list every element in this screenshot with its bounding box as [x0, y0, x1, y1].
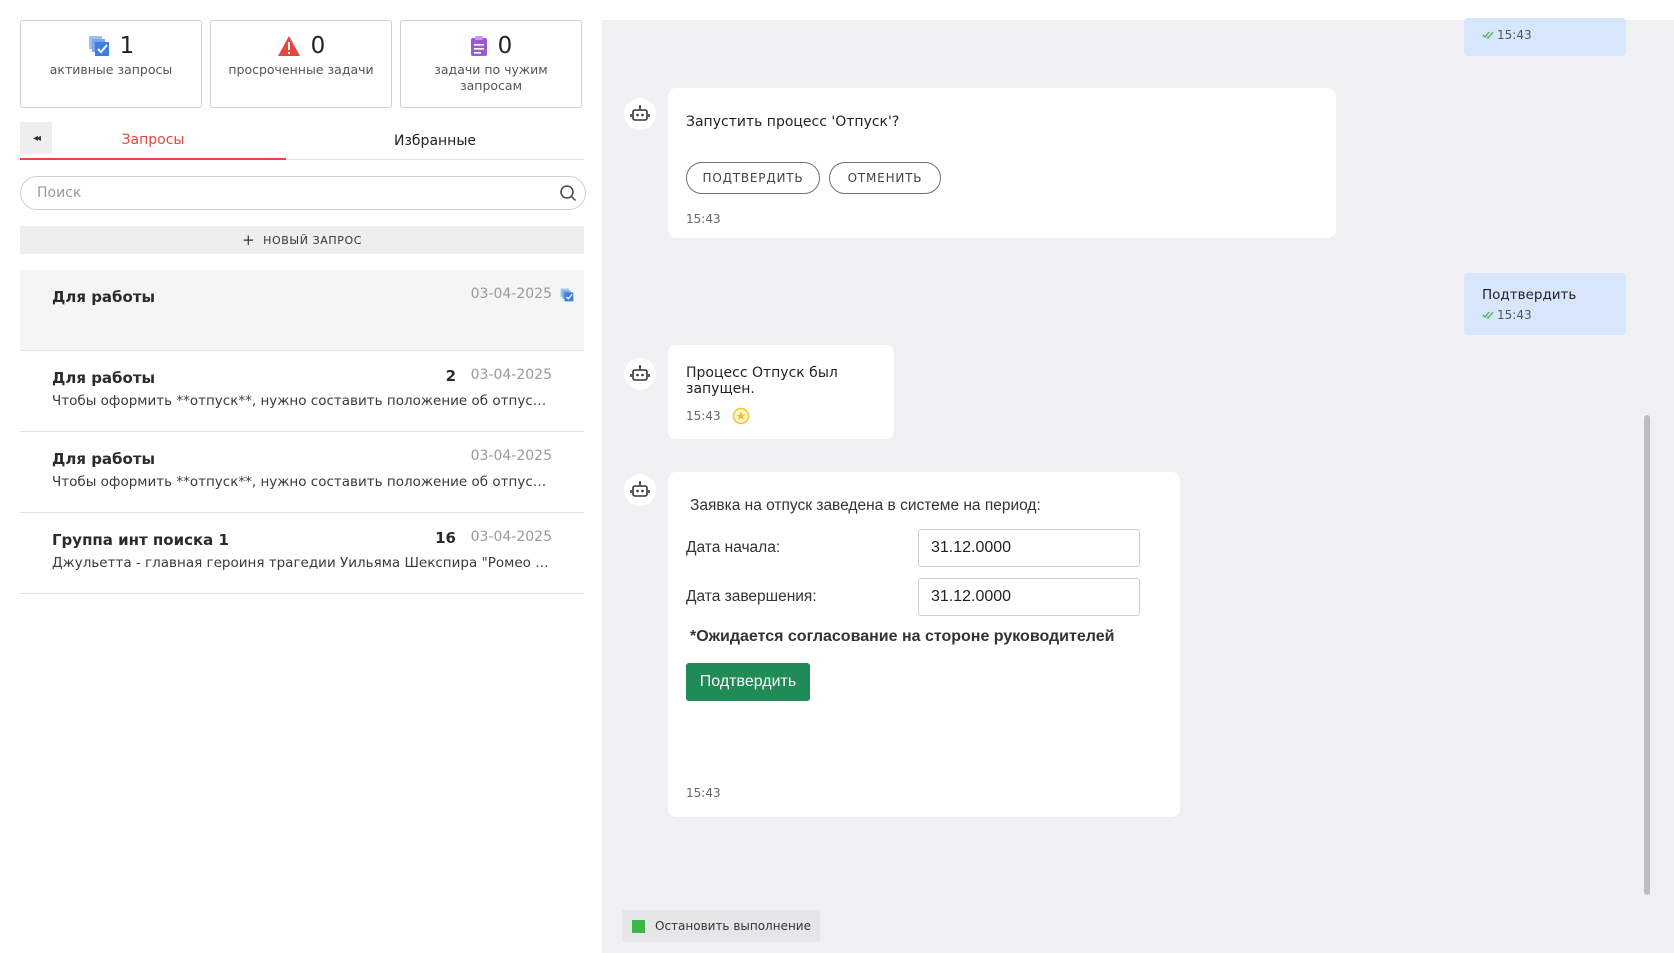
- bot-message: Процесс Отпуск был запущен. 15:43: [668, 345, 894, 439]
- stat-active-requests[interactable]: 1 активные запросы: [20, 20, 202, 108]
- approval-note: *Ожидается согласование на стороне руков…: [690, 628, 1115, 645]
- message-text: Запустить процесс 'Отпуск'?: [686, 114, 900, 130]
- message-time: 15:43: [686, 786, 721, 800]
- robot-icon: [630, 365, 650, 381]
- requests-list: Для работы 03-04-2025 Для работы 2 03-04…: [20, 270, 584, 594]
- stack-check-icon: [560, 287, 574, 306]
- user-message: Подтвердить 15:43: [1464, 273, 1626, 335]
- cancel-button[interactable]: ОТМЕНИТЬ: [829, 162, 941, 194]
- stat-foreign-tasks[interactable]: 0 задачи по чужим запросам: [400, 20, 582, 108]
- stat-label: активные запросы: [49, 62, 173, 77]
- item-title: Группа инт поиска 1: [52, 531, 229, 549]
- tab-requests-label: Запросы: [121, 132, 185, 148]
- stack-check-icon: [88, 35, 110, 57]
- item-preview: Чтобы оформить **отпуск**, нужно состави…: [52, 474, 552, 490]
- stop-execution-button[interactable]: Остановить выполнение: [622, 910, 820, 942]
- submit-button[interactable]: Подтвердить: [686, 663, 810, 701]
- item-date: 03-04-2025: [470, 367, 552, 383]
- stat-label: задачи по чужим запросам: [434, 62, 548, 93]
- stat-count: 0: [497, 33, 513, 59]
- item-date: 03-04-2025: [470, 448, 552, 464]
- star-favorite-icon[interactable]: [732, 407, 750, 429]
- stat-count: 1: [119, 33, 135, 59]
- form-intro: Заявка на отпуск заведена в системе на п…: [690, 497, 1041, 514]
- search-box: [20, 176, 586, 210]
- message-time-text: 15:43: [1497, 308, 1532, 322]
- list-item[interactable]: Группа инт поиска 1 16 03-04-2025 Джулье…: [20, 513, 584, 594]
- stats-row: 1 активные запросы 0 просроченные задачи: [20, 20, 582, 108]
- new-request-label: НОВЫЙ ЗАПРОС: [263, 233, 363, 247]
- bot-avatar: [624, 98, 656, 130]
- message-time: 15:43: [686, 409, 721, 423]
- message-time: 15:43: [1482, 28, 1532, 42]
- user-message: 15:43: [1464, 18, 1626, 56]
- warning-triangle-icon: [277, 35, 301, 57]
- bot-avatar: [624, 474, 656, 506]
- chat-scrollbar[interactable]: [1644, 415, 1650, 895]
- clipboard-icon: [470, 35, 488, 57]
- double-check-icon: [1482, 311, 1494, 319]
- app-root: 1 активные запросы 0 просроченные задачи: [0, 0, 1674, 953]
- plus-icon: +: [241, 231, 256, 249]
- new-request-button[interactable]: + НОВЫЙ ЗАПРОС: [20, 226, 584, 254]
- tabs-bar: Запросы Избранные ◂◂: [20, 122, 584, 160]
- list-item[interactable]: Для работы 2 03-04-2025 Чтобы оформить *…: [20, 351, 584, 432]
- item-title: Для работы: [52, 288, 156, 306]
- item-title: Для работы: [52, 369, 156, 387]
- bot-message: Запустить процесс 'Отпуск'? ПОДТВЕРДИТЬ …: [668, 88, 1336, 238]
- message-time: 15:43: [686, 212, 721, 226]
- bot-avatar: [624, 358, 656, 390]
- collapse-panel-button[interactable]: ◂◂: [20, 122, 52, 154]
- tab-favorites-label: Избранные: [394, 133, 476, 149]
- message-text: Процесс Отпуск был запущен.: [686, 365, 838, 397]
- message-text: Подтвердить: [1482, 287, 1577, 303]
- item-date: 03-04-2025: [470, 286, 552, 302]
- item-title: Для работы: [52, 450, 156, 468]
- robot-icon: [630, 105, 650, 121]
- list-item[interactable]: Для работы 03-04-2025: [20, 270, 584, 351]
- item-preview: Чтобы оформить **отпуск**, нужно состави…: [52, 393, 552, 409]
- confirm-button[interactable]: ПОДТВЕРДИТЬ: [686, 162, 820, 194]
- end-date-label: Дата завершения:: [686, 588, 817, 605]
- list-item[interactable]: Для работы 03-04-2025 Чтобы оформить **о…: [20, 432, 584, 513]
- item-date: 03-04-2025: [470, 529, 552, 545]
- robot-icon: [630, 481, 650, 497]
- stop-label: Остановить выполнение: [655, 919, 811, 933]
- stat-label: просроченные задачи: [228, 62, 374, 77]
- stat-count: 0: [310, 33, 326, 59]
- tab-favorites[interactable]: Избранные: [286, 122, 584, 160]
- stat-overdue-tasks[interactable]: 0 просроченные задачи: [210, 20, 392, 108]
- end-date-field[interactable]: 31.12.0000: [918, 578, 1140, 616]
- item-preview: Джульетта - главная героиня трагедии Уил…: [52, 555, 552, 571]
- search-icon[interactable]: [551, 176, 585, 210]
- start-date-field[interactable]: 31.12.0000: [918, 529, 1140, 567]
- item-unread-count: 2: [445, 367, 456, 385]
- stop-icon: [632, 919, 645, 933]
- message-time-text: 15:43: [1497, 28, 1532, 42]
- tab-requests[interactable]: Запросы: [20, 122, 286, 160]
- requests-panel: 1 активные запросы 0 просроченные задачи: [0, 0, 600, 953]
- item-unread-count: 16: [435, 529, 456, 547]
- bot-form-message: Заявка на отпуск заведена в системе на п…: [668, 472, 1180, 817]
- search-input[interactable]: [37, 185, 551, 201]
- start-date-label: Дата начала:: [686, 539, 781, 556]
- double-check-icon: [1482, 31, 1494, 39]
- message-time: 15:43: [1482, 308, 1532, 322]
- chat-panel: 15:43 Запустить процесс 'Отпуск'? ПОДТВЕ…: [602, 18, 1674, 953]
